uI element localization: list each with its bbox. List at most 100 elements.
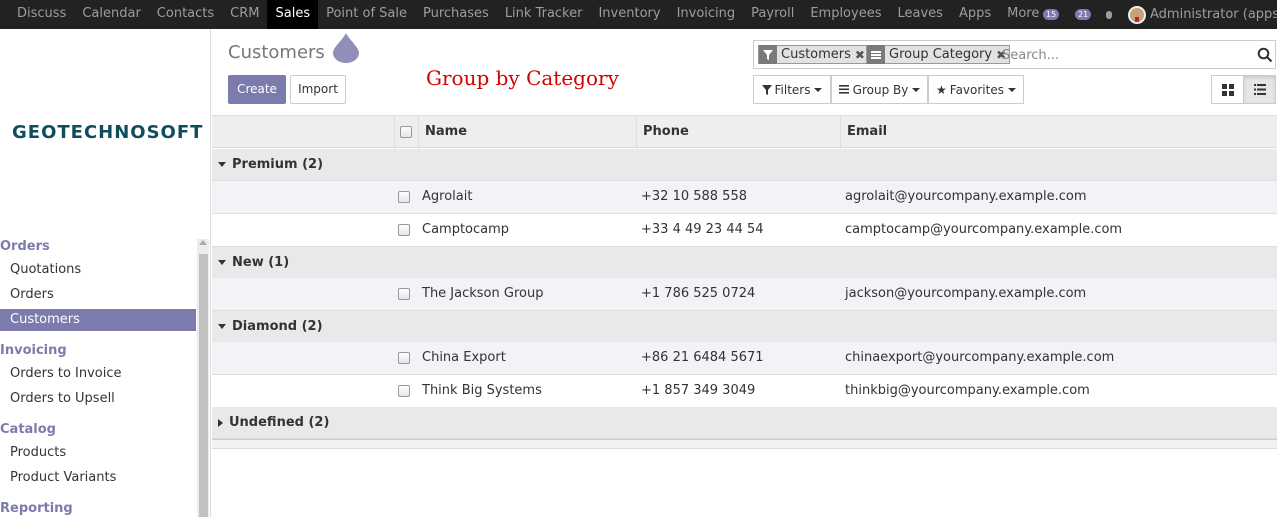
facet-customers[interactable]: Customers ✖ (758, 45, 869, 64)
menu-discuss[interactable]: Discuss (9, 0, 74, 29)
caret-down-icon (814, 87, 823, 92)
groupby-dropdown[interactable]: Group By (831, 75, 928, 104)
row-checkbox-cell (398, 278, 410, 310)
table-row[interactable]: Think Big Systems +1 857 349 3049 thinkb… (212, 375, 1277, 408)
menu-crm[interactable]: CRM (222, 0, 267, 29)
sidebar-item-customers[interactable]: Customers (0, 309, 196, 331)
group-row-premium[interactable]: Premium (2) (212, 149, 1277, 181)
table-row[interactable]: China Export +86 21 6484 5671 chinaexpor… (212, 342, 1277, 375)
sidebar-item-quotations[interactable]: Quotations (0, 259, 196, 281)
caret-down-icon (218, 324, 226, 329)
annotation-text: Group by Category (426, 66, 619, 90)
row-checkbox-cell (398, 214, 410, 246)
debug-bug-icon[interactable] (1104, 9, 1114, 21)
menu-point-of-sale[interactable]: Point of Sale (318, 0, 415, 29)
facet-group-category[interactable]: Group Category ✖ (866, 45, 1011, 64)
import-button[interactable]: Import (290, 75, 346, 104)
row-checkbox[interactable] (398, 351, 410, 364)
favorites-dropdown[interactable]: ★ Favorites (928, 75, 1024, 104)
table-row[interactable]: Camptocamp +33 4 49 23 44 54 camptocamp@… (212, 214, 1277, 247)
messages-count-badge: 21 (1075, 8, 1092, 20)
table-footer (212, 439, 1277, 449)
menu-invoicing[interactable]: Invoicing (669, 0, 744, 29)
messages-button[interactable]: 21 (1072, 8, 1092, 22)
menu-calendar[interactable]: Calendar (74, 0, 148, 29)
sidebar-section-invoicing[interactable]: Invoicing (0, 343, 67, 358)
user-menu[interactable]: Administrator (apps11 (1150, 7, 1277, 22)
sidebar-section-orders[interactable]: Orders (0, 239, 50, 254)
caret-down-icon (218, 162, 226, 167)
scroll-up-arrow-icon[interactable] (199, 240, 207, 245)
sidebar-item-orders[interactable]: Orders (0, 284, 196, 306)
column-header-email[interactable]: Email (840, 116, 1277, 149)
group-label-text: Premium (2) (232, 157, 324, 172)
row-checkbox-cell (398, 375, 410, 407)
column-header-name[interactable]: Name (418, 116, 637, 149)
menu-link-tracker[interactable]: Link Tracker (497, 0, 591, 29)
sidebar-scrollbar-thumb[interactable] (199, 254, 208, 517)
row-checkbox-cell (398, 181, 410, 213)
cell-phone: +86 21 6484 5671 (641, 350, 764, 365)
groupby-label: Group By (852, 82, 909, 97)
sidebar-section-catalog[interactable]: Catalog (0, 422, 56, 437)
cell-phone: +1 857 349 3049 (641, 383, 756, 398)
group-label: Diamond (2) (218, 311, 323, 343)
table-row[interactable]: Agrolait +32 10 588 558 agrolait@yourcom… (212, 181, 1277, 214)
caret-right-icon (218, 418, 223, 427)
row-checkbox[interactable] (398, 190, 410, 203)
drop-pointer-icon (333, 33, 359, 63)
group-label-text: New (1) (232, 255, 290, 270)
group-label: Undefined (2) (218, 407, 329, 439)
sidebar-item-orders-to-upsell[interactable]: Orders to Upsell (0, 388, 196, 410)
group-row-undefined[interactable]: Undefined (2) (212, 407, 1277, 439)
select-all-checkbox[interactable] (400, 125, 412, 138)
row-checkbox[interactable] (398, 384, 410, 397)
caret-down-icon (1007, 87, 1016, 92)
column-header-phone[interactable]: Phone (636, 116, 841, 149)
row-checkbox[interactable] (398, 287, 410, 300)
menu-inventory[interactable]: Inventory (590, 0, 668, 29)
sidebar-section-reporting[interactable]: Reporting (0, 501, 73, 516)
filters-dropdown[interactable]: Filters (753, 75, 831, 104)
filter-icon (759, 45, 777, 64)
group-label: Premium (2) (218, 149, 323, 181)
kanban-view-button[interactable] (1211, 75, 1244, 104)
group-row-diamond[interactable]: Diamond (2) (212, 311, 1277, 343)
sidebar-item-product-variants[interactable]: Product Variants (0, 467, 196, 489)
search-icon[interactable] (1257, 47, 1273, 63)
activity-button[interactable]: 15 (1040, 8, 1060, 22)
sidebar-item-orders-to-invoice[interactable]: Orders to Invoice (0, 363, 196, 385)
group-label-text: Diamond (2) (232, 319, 323, 334)
menu-contacts[interactable]: Contacts (149, 0, 222, 29)
cell-name: The Jackson Group (422, 286, 544, 301)
cell-phone: +32 10 588 558 (641, 189, 747, 204)
app-menu: Discuss Calendar Contacts CRM Sales Poin… (9, 0, 1059, 29)
group-label-text: Undefined (2) (229, 415, 330, 430)
kanban-icon (1221, 83, 1234, 96)
menu-apps[interactable]: Apps (951, 0, 999, 29)
menu-leaves[interactable]: Leaves (889, 0, 950, 29)
sidebar-item-products[interactable]: Products (0, 442, 196, 464)
cell-email: thinkbig@yourcompany.example.com (845, 383, 1090, 398)
menu-payroll[interactable]: Payroll (743, 0, 802, 29)
sidebar: GEOTECHNOSOFT Orders Quotations Orders C… (0, 29, 211, 517)
menu-purchases[interactable]: Purchases (415, 0, 497, 29)
group-row-new[interactable]: New (1) (212, 247, 1277, 279)
create-button[interactable]: Create (228, 75, 286, 104)
table-row[interactable]: The Jackson Group +1 786 525 0724 jackso… (212, 278, 1277, 311)
star-icon: ★ (936, 82, 947, 97)
list-view-button[interactable] (1243, 75, 1276, 104)
cell-email: jackson@yourcompany.example.com (845, 286, 1087, 301)
user-avatar[interactable] (1128, 5, 1146, 24)
menu-employees[interactable]: Employees (802, 0, 889, 29)
group-icon (867, 45, 885, 64)
cell-phone: +1 786 525 0724 (641, 286, 756, 301)
cell-email: agrolait@yourcompany.example.com (845, 189, 1087, 204)
cell-name: Think Big Systems (422, 383, 542, 398)
search-input[interactable] (1002, 45, 1242, 65)
search-bar[interactable]: Customers ✖ Group Category ✖ (753, 40, 1276, 69)
row-checkbox[interactable] (398, 223, 410, 236)
menu-sales[interactable]: Sales (267, 0, 319, 29)
breadcrumb-title: Customers (228, 42, 325, 63)
cell-email: chinaexport@yourcompany.example.com (845, 350, 1115, 365)
